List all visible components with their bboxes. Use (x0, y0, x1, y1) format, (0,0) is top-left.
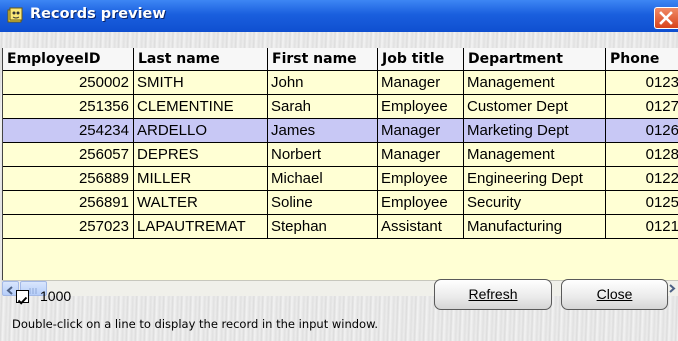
cell-last-name: WALTER (134, 191, 268, 215)
instruction-hint: Double-click on a line to display the re… (12, 317, 379, 331)
cell-department: Management (464, 143, 606, 167)
cell-department: Management (464, 71, 606, 95)
cell-job-title: Manager (378, 71, 464, 95)
cell-employeeid: 256057 (3, 143, 134, 167)
column-header-employeeid[interactable]: EmployeeID (3, 48, 134, 71)
limit-checkbox[interactable] (16, 290, 29, 305)
cell-phone: 0123 (606, 71, 678, 95)
records-table[interactable]: EmployeeID Last name First name Job titl… (2, 48, 678, 280)
cell-last-name: CLEMENTINE (134, 95, 268, 119)
close-button[interactable]: Close (561, 279, 668, 310)
column-header-phone[interactable]: Phone (606, 48, 678, 71)
cell-department: Marketing Dept (464, 119, 606, 143)
cell-job-title: Manager (378, 143, 464, 167)
checkmark-icon (17, 296, 28, 305)
cell-job-title: Manager (378, 119, 464, 143)
cell-job-title: Employee (378, 191, 464, 215)
cell-phone: 0125 (606, 191, 678, 215)
cell-job-title: Employee (378, 167, 464, 191)
refresh-button[interactable]: Refresh (434, 279, 552, 310)
cell-last-name: LAPAUTREMAT (134, 215, 268, 239)
cell-employeeid: 250002 (3, 71, 134, 95)
column-header-first-name[interactable]: First name (268, 48, 378, 71)
cell-first-name: Michael (268, 167, 378, 191)
cell-first-name: Soline (268, 191, 378, 215)
window-title: Records preview (30, 6, 166, 22)
table-row[interactable]: 250002 SMITH John Manager Management 012… (3, 71, 678, 95)
app-icon (7, 7, 23, 23)
cell-last-name: MILLER (134, 167, 268, 191)
cell-phone: 0128 (606, 143, 678, 167)
cell-first-name: Sarah (268, 95, 378, 119)
title-bar[interactable]: Records preview (0, 0, 678, 32)
table-row[interactable]: 256891 WALTER Soline Employee Security 0… (3, 191, 678, 215)
cell-department: Security (464, 191, 606, 215)
cell-first-name: John (268, 71, 378, 95)
cell-phone: 0122 (606, 167, 678, 191)
column-header-department[interactable]: Department (464, 48, 606, 71)
cell-last-name: ARDELLO (134, 119, 268, 143)
cell-employeeid: 256889 (3, 167, 134, 191)
table-row[interactable]: 251356 CLEMENTINE Sarah Employee Custome… (3, 95, 678, 119)
table-row[interactable]: 256889 MILLER Michael Employee Engineeri… (3, 167, 678, 191)
cell-last-name: SMITH (134, 71, 268, 95)
cell-department: Engineering Dept (464, 167, 606, 191)
limit-value: 1000 (40, 288, 72, 304)
cell-phone: 0121 (606, 215, 678, 239)
close-icon (659, 11, 673, 25)
cell-department: Manufacturing (464, 215, 606, 239)
cell-first-name: James (268, 119, 378, 143)
cell-last-name: DEPRES (134, 143, 268, 167)
close-window-button[interactable] (654, 7, 678, 29)
cell-employeeid: 257023 (3, 215, 134, 239)
records-preview-window: Records preview EmployeeID Last name Fir… (0, 0, 678, 341)
cell-employeeid: 251356 (3, 95, 134, 119)
cell-first-name: Stephan (268, 215, 378, 239)
cell-job-title: Employee (378, 95, 464, 119)
refresh-button-label: Refresh (468, 286, 518, 302)
cell-phone: 0126 (606, 119, 678, 143)
cell-first-name: Norbert (268, 143, 378, 167)
cell-phone: 0127 (606, 95, 678, 119)
cell-employeeid: 254234 (3, 119, 134, 143)
cell-employeeid: 256891 (3, 191, 134, 215)
column-header-last-name[interactable]: Last name (134, 48, 268, 71)
table-row[interactable]: 257023 LAPAUTREMAT Stephan Assistant Man… (3, 215, 678, 239)
column-header-job-title[interactable]: Job title (378, 48, 464, 71)
cell-job-title: Assistant (378, 215, 464, 239)
cell-department: Customer Dept (464, 95, 606, 119)
table-row[interactable]: 256057 DEPRES Norbert Manager Management… (3, 143, 678, 167)
close-button-label: Close (596, 286, 633, 302)
table-row-selected[interactable]: 254234 ARDELLO James Manager Marketing D… (3, 119, 678, 143)
